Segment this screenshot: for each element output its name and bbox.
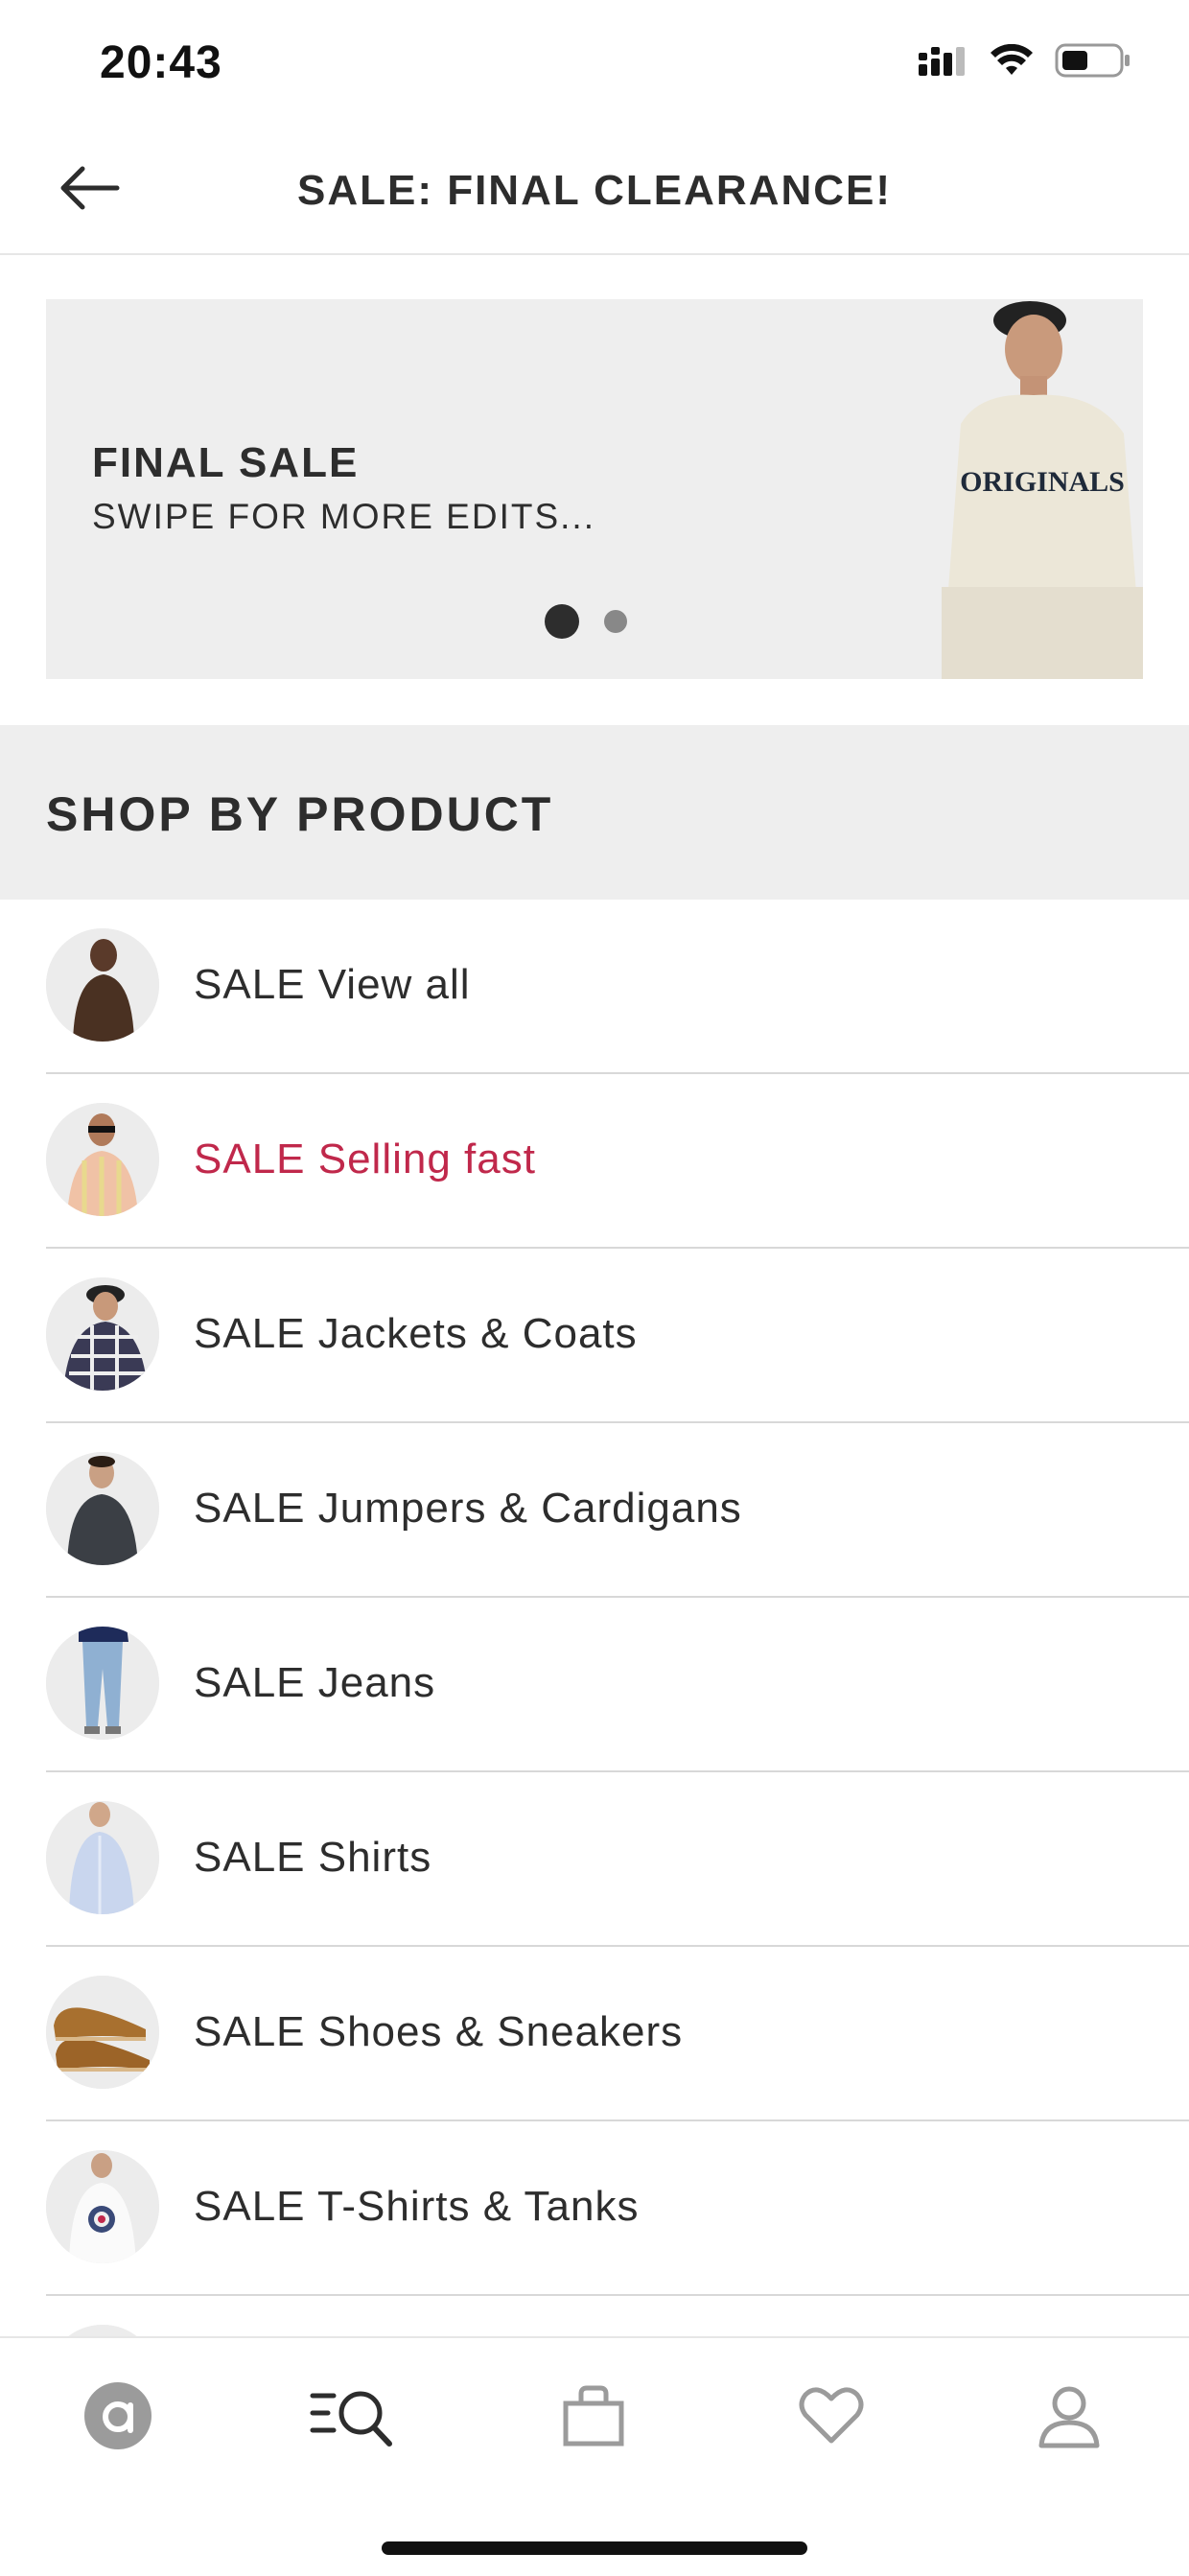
list-item-label: SALE Shoes & Sneakers — [194, 2008, 684, 2055]
banner-model-image: ORIGINALS — [942, 299, 1143, 679]
status-icons — [919, 42, 1131, 79]
list-item-jeans[interactable]: SALE Jeans — [46, 1598, 1189, 1772]
carousel-dot-2[interactable] — [604, 610, 627, 633]
list-item-view-all[interactable]: SALE View all — [46, 900, 1189, 1074]
model-image — [46, 1277, 159, 1391]
product-image — [46, 1976, 159, 2089]
list-item-shoes-sneakers[interactable]: SALE Shoes & Sneakers — [46, 1947, 1189, 2121]
carousel-dots — [545, 604, 627, 639]
account-icon — [1038, 2386, 1100, 2448]
category-thumbnail — [46, 1976, 159, 2089]
category-thumbnail — [46, 928, 159, 1042]
bottom-navigation — [0, 2336, 1189, 2576]
status-bar: 20:43 — [0, 0, 1189, 125]
search-categories-icon — [310, 2391, 392, 2447]
category-thumbnail — [46, 1277, 159, 1391]
promo-banner[interactable]: FINAL SALE SWIPE FOR MORE EDITS... ORIGI… — [46, 299, 1143, 679]
home-logo-icon — [84, 2382, 152, 2449]
banner-title: FINAL SALE — [92, 439, 360, 486]
nav-search[interactable] — [309, 2373, 395, 2459]
shop-by-product-header: SHOP BY PRODUCT — [0, 725, 1189, 900]
model-image — [46, 1627, 159, 1740]
sweater-print-text: ORIGINALS — [960, 466, 1125, 498]
list-item-label: SALE View all — [194, 961, 471, 1008]
list-item-tshirts-tanks[interactable]: SALE T-Shirts & Tanks — [46, 2121, 1189, 2296]
category-list: SALE View all SALE Selling fast SALE Jac — [0, 900, 1189, 2469]
list-item-jumpers-cardigans[interactable]: SALE Jumpers & Cardigans — [46, 1423, 1189, 1598]
nav-home[interactable] — [75, 2373, 161, 2459]
signal-icon — [919, 47, 965, 76]
battery-icon — [1055, 43, 1130, 78]
model-image — [46, 1452, 159, 1565]
nav-bag[interactable] — [550, 2373, 637, 2459]
list-item-label: SALE Jeans — [194, 1659, 436, 1706]
list-item-label: SALE Jumpers & Cardigans — [194, 1485, 742, 1532]
list-item-label: SALE Selling fast — [194, 1136, 536, 1183]
model-image — [46, 1801, 159, 1914]
list-item-label: SALE Jackets & Coats — [194, 1310, 638, 1357]
section-title: SHOP BY PRODUCT — [46, 787, 554, 841]
wifi-icon — [991, 44, 1033, 75]
category-thumbnail — [46, 1801, 159, 1914]
heart-icon — [799, 2387, 864, 2444]
model-image — [46, 928, 159, 1042]
model-image — [46, 2150, 159, 2263]
page-title: SALE: FINAL CLEARANCE! — [296, 167, 893, 214]
home-indicator — [382, 2541, 807, 2555]
category-thumbnail — [46, 1452, 159, 1565]
list-item-label: SALE Shirts — [194, 1834, 432, 1881]
nav-account[interactable] — [1026, 2373, 1112, 2459]
list-item-jackets-coats[interactable]: SALE Jackets & Coats — [46, 1249, 1189, 1423]
list-item-selling-fast[interactable]: SALE Selling fast — [46, 1074, 1189, 1249]
list-item-shirts[interactable]: SALE Shirts — [46, 1772, 1189, 1947]
banner-subtitle: SWIPE FOR MORE EDITS... — [92, 497, 595, 536]
status-time: 20:43 — [100, 37, 222, 88]
list-item-label: SALE T-Shirts & Tanks — [194, 2183, 640, 2230]
nav-saved[interactable] — [788, 2373, 874, 2459]
bag-icon — [563, 2385, 624, 2447]
top-header: SALE: FINAL CLEARANCE! — [0, 125, 1189, 255]
carousel-dot-1[interactable] — [545, 604, 579, 639]
category-thumbnail — [46, 1627, 159, 1740]
category-thumbnail — [46, 2150, 159, 2263]
category-thumbnail — [46, 1103, 159, 1216]
model-image — [46, 1103, 159, 1216]
